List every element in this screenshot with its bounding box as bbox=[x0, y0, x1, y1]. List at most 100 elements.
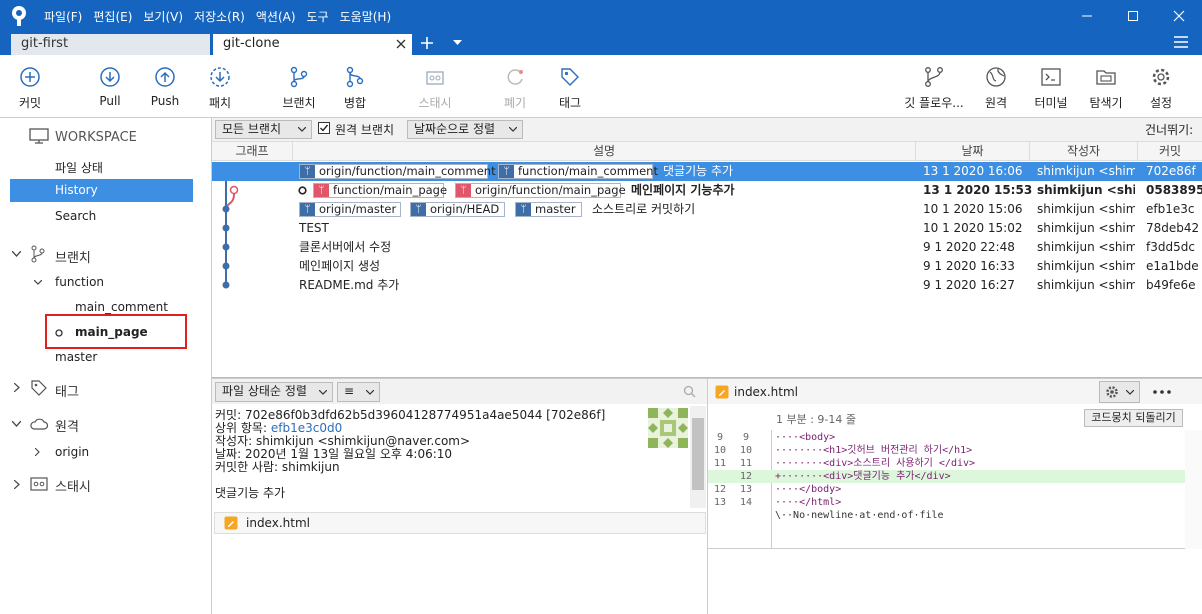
fetch-button[interactable]: 패치 bbox=[190, 55, 250, 118]
sidebar-remote-origin[interactable]: origin bbox=[55, 445, 89, 459]
column-commit[interactable]: 커밋 bbox=[1138, 142, 1202, 161]
diff-options-button[interactable] bbox=[1099, 381, 1140, 403]
column-description[interactable]: 설명 bbox=[293, 142, 916, 161]
old-line-number: 11 bbox=[713, 458, 727, 469]
discard-button[interactable]: 폐기 bbox=[485, 55, 545, 118]
commit-message: 소스트리로 커밋하기 bbox=[592, 202, 696, 216]
ref-badge[interactable]: ᛘ function/main_comment bbox=[498, 164, 658, 179]
new-line-number: 12 bbox=[739, 471, 753, 482]
tag-button[interactable]: 태그 bbox=[540, 55, 600, 118]
tab-git-clone[interactable]: git-clone bbox=[213, 34, 412, 55]
close-tab-icon[interactable] bbox=[396, 39, 406, 49]
file-sort-dropdown[interactable]: 파일 상태순 정렬 bbox=[215, 382, 333, 402]
chevron-down-icon[interactable] bbox=[12, 251, 21, 257]
maximize-button[interactable] bbox=[1110, 0, 1156, 32]
branch-icon: ᛘ bbox=[516, 203, 531, 216]
commit-row[interactable]: ᛘ origin/master ᛘ origin/HEAD ᛘ master 소스트리… bbox=[212, 200, 1202, 219]
commit-message: TEST bbox=[299, 221, 329, 235]
chevron-right-icon[interactable] bbox=[14, 383, 20, 392]
diff-scrollbar[interactable] bbox=[1185, 430, 1202, 549]
column-author[interactable]: 작성자 bbox=[1030, 142, 1138, 161]
add-tab-icon[interactable] bbox=[420, 36, 434, 50]
ref-label: function/main_comment bbox=[518, 164, 658, 178]
discard-label: 폐기 bbox=[503, 96, 527, 110]
pull-button[interactable]: Pull bbox=[80, 55, 140, 118]
column-date[interactable]: 날짜 bbox=[916, 142, 1030, 161]
scrollbar-thumb[interactable] bbox=[692, 418, 704, 490]
commit-row[interactable]: README.md 추가 9 1 2020 16:27 shimkijun <s… bbox=[212, 276, 1202, 295]
tags-header[interactable]: 태그 bbox=[55, 381, 79, 400]
branch-filter-dropdown[interactable]: 모든 브랜치 bbox=[215, 120, 312, 139]
ref-badge[interactable]: ᛘ origin/master bbox=[299, 202, 401, 217]
menu-view[interactable]: 보기(V) bbox=[143, 8, 183, 25]
minimize-button[interactable] bbox=[1064, 0, 1110, 32]
pane-divider[interactable] bbox=[707, 378, 708, 614]
remote-branches-checkbox[interactable] bbox=[318, 122, 330, 134]
remote-button[interactable]: 원격 bbox=[966, 55, 1026, 118]
tab-git-first[interactable]: git-first bbox=[11, 34, 210, 55]
chevron-right-icon[interactable] bbox=[14, 480, 20, 489]
remotes-header[interactable]: 원격 bbox=[55, 416, 79, 435]
more-options-icon[interactable] bbox=[1153, 390, 1171, 394]
hamburger-menu-icon[interactable] bbox=[1174, 36, 1188, 48]
file-filter-bar: 파일 상태순 정렬 ≡ bbox=[212, 378, 707, 404]
column-graph[interactable]: 그래프 bbox=[212, 142, 293, 161]
sidebar-item-file-status[interactable]: 파일 상태 bbox=[55, 159, 103, 176]
commit-row[interactable]: ᛘ function/main_page ᛘ origin/function/mai… bbox=[212, 181, 1202, 200]
branch-icon: ᛘ bbox=[300, 165, 315, 178]
menu-file[interactable]: 파일(F) bbox=[44, 8, 82, 25]
ref-badge[interactable]: ᛘ function/main_page bbox=[313, 183, 448, 198]
revert-hunk-button[interactable]: 코드뭉치 되돌리기 bbox=[1084, 409, 1183, 427]
sidebar-branch-main-page[interactable]: main_page bbox=[75, 325, 148, 339]
menu-help[interactable]: 도움말(H) bbox=[340, 8, 392, 25]
commit-author: shimkijun <shimki bbox=[1037, 202, 1135, 216]
tab-list-chevron-down-icon[interactable] bbox=[453, 40, 462, 46]
stash-icon bbox=[30, 477, 48, 491]
commit-row[interactable]: 클론서버에서 수정 9 1 2020 22:48 shimkijun <shim… bbox=[212, 238, 1202, 257]
commit-row[interactable]: 메인페이지 생성 9 1 2020 16:33 shimkijun <shimk… bbox=[212, 257, 1202, 276]
merge-button[interactable]: 병합 bbox=[325, 55, 385, 118]
menu-repository[interactable]: 저장소(R) bbox=[194, 8, 245, 25]
sort-value: 날짜순으로 정렬 bbox=[414, 122, 496, 136]
settings-button[interactable]: 설정 bbox=[1131, 55, 1191, 118]
push-button[interactable]: Push bbox=[135, 55, 195, 118]
sidebar-branch-main-comment[interactable]: main_comment bbox=[75, 300, 168, 314]
menu-actions[interactable]: 액션(A) bbox=[256, 8, 296, 25]
chevron-right-icon[interactable] bbox=[35, 448, 40, 456]
ref-badge[interactable]: ᛘ origin/function/main_page bbox=[455, 183, 626, 198]
menu-edit[interactable]: 편집(E) bbox=[93, 8, 132, 25]
commit-row[interactable]: ᛘ origin/function/main_comment ᛘ function/… bbox=[212, 162, 1202, 181]
view-mode-dropdown[interactable]: ≡ bbox=[337, 382, 380, 402]
git-flow-button[interactable]: 깃 플로우... bbox=[900, 55, 968, 118]
terminal-button[interactable]: 터미널 bbox=[1021, 55, 1081, 118]
chevron-down-icon[interactable] bbox=[12, 421, 21, 427]
sort-dropdown[interactable]: 날짜순으로 정렬 bbox=[407, 120, 523, 139]
commit-date: 9 1 2020 16:27 bbox=[923, 278, 1015, 292]
sidebar-item-history[interactable]: History bbox=[10, 179, 193, 202]
details-scrollbar[interactable] bbox=[690, 406, 706, 508]
explorer-button[interactable]: 탐색기 bbox=[1076, 55, 1136, 118]
commit-row[interactable]: TEST 10 1 2020 15:02 shimkijun <shimki 7… bbox=[212, 219, 1202, 238]
ref-badge[interactable]: ᛘ origin/HEAD bbox=[410, 202, 505, 217]
new-line-number: 9 bbox=[742, 432, 750, 443]
sidebar-branch-master[interactable]: master bbox=[55, 350, 97, 364]
ref-badge[interactable]: ᛘ master bbox=[515, 202, 582, 217]
commit-button[interactable]: 커밋 bbox=[0, 55, 60, 118]
branches-header[interactable]: 브랜치 bbox=[55, 247, 91, 266]
menu-tools[interactable]: 도구 bbox=[307, 8, 329, 25]
stashes-header[interactable]: 스태시 bbox=[55, 476, 91, 495]
search-icon[interactable] bbox=[683, 385, 696, 398]
changed-file-row[interactable]: index.html bbox=[214, 512, 706, 534]
chevron-down-icon[interactable] bbox=[34, 280, 42, 285]
ref-badge[interactable]: ᛘ origin/function/main_comment bbox=[299, 164, 496, 179]
stash-button[interactable]: 스태시 bbox=[405, 55, 465, 118]
new-line-number: 14 bbox=[739, 497, 753, 508]
branch-button[interactable]: 브랜치 bbox=[269, 55, 329, 118]
parent-hash-link[interactable]: efb1e3c0d0 bbox=[271, 421, 342, 435]
commit-date: 9 1 2020 16:33 bbox=[923, 259, 1015, 273]
close-window-button[interactable] bbox=[1156, 0, 1202, 32]
ref-label: function/main_page bbox=[333, 183, 448, 197]
sidebar-branch-folder-function[interactable]: function bbox=[55, 275, 104, 289]
file-sort-value: 파일 상태순 정렬 bbox=[222, 384, 307, 398]
sidebar-item-search[interactable]: Search bbox=[55, 209, 96, 223]
